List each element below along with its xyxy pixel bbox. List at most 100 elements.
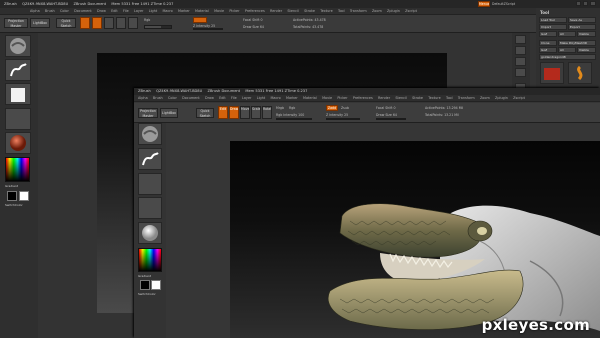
- back-default-script[interactable]: DefaultZScript: [492, 2, 515, 6]
- front-zsub-label[interactable]: Zsub: [341, 106, 349, 110]
- back-rgb-slider[interactable]: [144, 25, 172, 29]
- all-button[interactable]: All: [558, 31, 576, 37]
- back-draw-button[interactable]: [92, 17, 102, 29]
- back-menu-item[interactable]: Draw: [97, 8, 106, 14]
- front-menu-item[interactable]: Render: [378, 95, 390, 101]
- back-gradient-label[interactable]: Gradient: [5, 184, 18, 188]
- back-menu-item[interactable]: Color: [60, 8, 69, 14]
- back-secondary-color-swatch[interactable]: [19, 191, 29, 201]
- front-edit-button[interactable]: Edit: [218, 106, 228, 119]
- back-focal-shift-label[interactable]: Focal Shift 0: [243, 18, 263, 22]
- back-menu-item[interactable]: Material: [195, 8, 209, 14]
- current-tool-thumbnail[interactable]: [540, 62, 564, 84]
- back-edit-button[interactable]: [80, 17, 90, 29]
- front-menu-item[interactable]: Transform: [458, 95, 475, 101]
- front-lightbox-button[interactable]: LightBox: [160, 108, 178, 118]
- tool-thumb-dragon[interactable]: [568, 62, 592, 84]
- front-menu-item[interactable]: Color: [168, 95, 177, 101]
- front-mrgb-label[interactable]: Mrgb: [276, 106, 284, 110]
- back-brush-button[interactable]: [5, 35, 31, 57]
- front-menu-item[interactable]: Movie: [322, 95, 332, 101]
- front-material-button[interactable]: [138, 222, 162, 244]
- front-gradient-label[interactable]: Gradient: [138, 274, 151, 278]
- visible-button[interactable]: Visible: [577, 31, 596, 37]
- front-rgb-label[interactable]: Rgb: [289, 106, 295, 110]
- front-draw-size-slider[interactable]: [376, 118, 406, 120]
- back-menu-item[interactable]: Tool: [338, 8, 345, 14]
- front-menu-item[interactable]: Stencil: [395, 95, 406, 101]
- all-button-2[interactable]: All: [558, 47, 576, 53]
- clone-button[interactable]: Clone: [539, 40, 557, 46]
- back-menu-item[interactable]: Transform: [350, 8, 367, 14]
- subtool-name[interactable]: goldendragon48: [539, 54, 596, 60]
- front-move-button[interactable]: Move: [240, 106, 250, 119]
- load-tool-button[interactable]: Load Tool: [539, 17, 567, 23]
- front-menu-item[interactable]: Preferences: [353, 95, 373, 101]
- front-stroke-button[interactable]: [138, 148, 162, 170]
- front-alpha-button[interactable]: [138, 173, 162, 195]
- back-window-max[interactable]: [583, 1, 588, 6]
- back-menu-item[interactable]: Picker: [229, 8, 239, 14]
- back-quick-sketch-button[interactable]: Quick Sketch: [56, 18, 76, 28]
- back-menu-item[interactable]: Alpha: [30, 8, 40, 14]
- back-menu-item[interactable]: Layer: [134, 8, 143, 14]
- front-scale-button[interactable]: Scale: [251, 106, 261, 119]
- goz-button-2[interactable]: GoZ: [539, 47, 557, 53]
- import-button[interactable]: Import: [539, 24, 567, 30]
- back-scale-button[interactable]: [116, 17, 126, 29]
- back-zadd-button[interactable]: [193, 17, 207, 23]
- front-main-color-swatch[interactable]: [140, 280, 150, 290]
- visible-button-2[interactable]: Visible: [577, 47, 596, 53]
- front-menu-item[interactable]: Tool: [446, 95, 453, 101]
- front-switch-color-label[interactable]: SwitchColor: [138, 292, 156, 296]
- front-menu-item[interactable]: Zplugin: [495, 95, 508, 101]
- front-rgb-intensity-label[interactable]: Rgb Intensity 100: [276, 113, 304, 117]
- back-window-min[interactable]: [576, 1, 581, 6]
- front-menu-item[interactable]: Stroke: [412, 95, 423, 101]
- front-texture-button[interactable]: [138, 197, 162, 219]
- front-menu-item[interactable]: Zscript: [513, 95, 525, 101]
- front-menu-item[interactable]: Light: [257, 95, 265, 101]
- front-z-intensity-slider[interactable]: [326, 118, 360, 120]
- back-projection-master-button[interactable]: Projection Master: [4, 18, 28, 28]
- front-menu-item[interactable]: Document: [182, 95, 200, 101]
- make-polymesh-button[interactable]: Make PolyMesh3D: [558, 40, 596, 46]
- front-projection-master-button[interactable]: Projection Master: [138, 108, 158, 118]
- back-move-button[interactable]: [104, 17, 114, 29]
- front-focal-shift-label[interactable]: Focal Shift 0: [376, 106, 396, 110]
- back-scroll-icon[interactable]: [515, 35, 526, 44]
- back-menu-item[interactable]: Stencil: [287, 8, 298, 14]
- front-menu-item[interactable]: Marker: [286, 95, 298, 101]
- back-texture-button[interactable]: [5, 108, 31, 130]
- front-menu-item[interactable]: Picker: [337, 95, 347, 101]
- front-menu-item[interactable]: File: [231, 95, 237, 101]
- front-zadd-button[interactable]: Zadd: [326, 105, 338, 111]
- back-z-intensity-slider[interactable]: [193, 28, 223, 30]
- front-menu-item[interactable]: Material: [303, 95, 317, 101]
- back-stroke-button[interactable]: [5, 59, 31, 81]
- export-button[interactable]: Export: [568, 24, 596, 30]
- front-document-canvas[interactable]: [230, 141, 600, 338]
- save-as-button[interactable]: Save As: [568, 17, 596, 23]
- back-menu-item[interactable]: Zscript: [405, 8, 417, 14]
- back-material-button[interactable]: [5, 132, 31, 154]
- back-menu-item[interactable]: Edit: [111, 8, 118, 14]
- back-actual-icon[interactable]: [515, 57, 526, 66]
- front-rgb-intensity-slider[interactable]: [276, 118, 312, 120]
- front-menu-item[interactable]: Edit: [219, 95, 226, 101]
- back-menu-item[interactable]: File: [123, 8, 129, 14]
- front-menu-item[interactable]: Draw: [205, 95, 214, 101]
- front-quick-sketch-button[interactable]: Quick Sketch: [196, 108, 214, 118]
- back-menu-item[interactable]: Zplugin: [387, 8, 400, 14]
- front-menu-item[interactable]: Brush: [153, 95, 163, 101]
- back-menu-item[interactable]: Movie: [214, 8, 224, 14]
- back-rotate-button[interactable]: [128, 17, 138, 29]
- front-draw-size-label[interactable]: Draw Size 64: [376, 113, 397, 117]
- back-menu-item[interactable]: Zoom: [372, 8, 382, 14]
- front-menu-item[interactable]: Zoom: [480, 95, 490, 101]
- front-menu-item[interactable]: Layer: [242, 95, 251, 101]
- back-color-picker[interactable]: [5, 157, 30, 182]
- back-menu-item[interactable]: Macro: [162, 8, 172, 14]
- front-menu-item[interactable]: Alpha: [138, 95, 148, 101]
- back-zoom-icon[interactable]: [515, 46, 526, 55]
